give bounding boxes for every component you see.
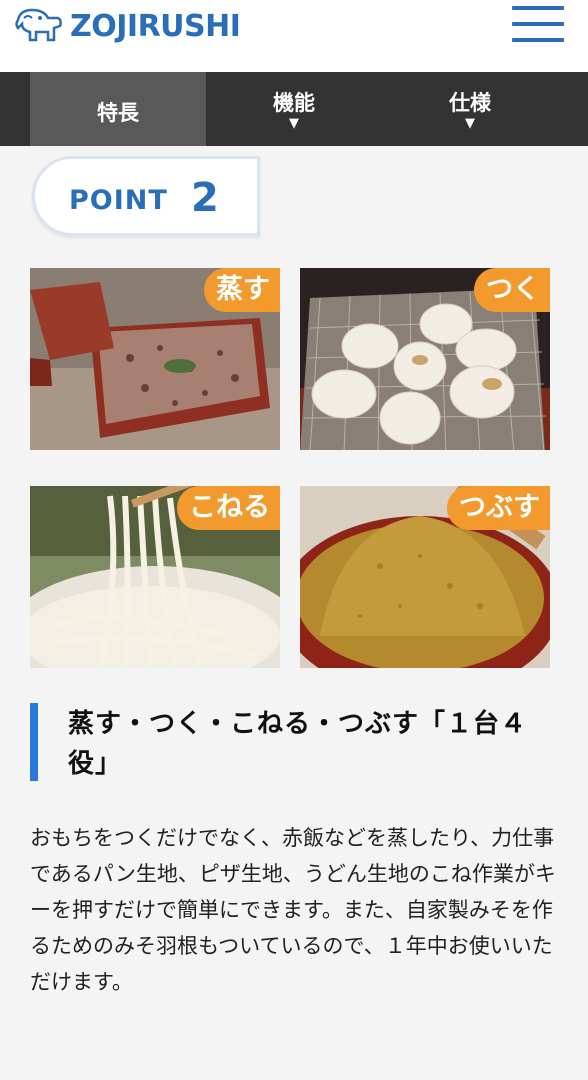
photo-tag: つく — [474, 268, 550, 312]
tab-label: 特長 — [97, 101, 139, 125]
tab-label: 仕様 — [449, 91, 491, 115]
photo-tag: こねる — [177, 486, 280, 530]
photo-knead: こねる — [30, 486, 280, 668]
tab-label: 機能 — [273, 91, 315, 115]
tab-specs[interactable]: 仕様 ▼ — [382, 72, 558, 146]
caret-down-icon: ▼ — [289, 116, 299, 131]
site-header: ZOJIRUSHI — [0, 0, 588, 72]
point-label: POINT — [69, 185, 168, 216]
hamburger-menu-icon — [512, 6, 564, 10]
photo-pound: つく — [300, 268, 550, 450]
point-number: 2 — [191, 175, 219, 221]
tab-features[interactable]: 特長 — [30, 72, 206, 146]
photo-steam: 蒸す — [30, 268, 280, 450]
photo-tag: 蒸す — [204, 268, 280, 312]
point-badge: POINT 2 — [32, 156, 260, 236]
heading-accent-bar — [30, 703, 38, 781]
elephant-logo-icon — [15, 8, 62, 42]
section-tabs: 特長 機能 ▼ 仕様 ▼ — [0, 72, 588, 146]
hamburger-menu-button[interactable] — [508, 4, 566, 48]
caret-down-icon: ▼ — [465, 116, 475, 131]
section-heading: 蒸す・つく・こねる・つぶす「１台４役」 — [68, 709, 528, 779]
tab-functions[interactable]: 機能 ▼ — [206, 72, 382, 146]
photo-mash: つぶす — [300, 486, 550, 668]
description-text: おもちをつくだけでなく、赤飯などを蒸したり、力仕事であるパン生地、ピザ生地、うど… — [30, 826, 556, 994]
brand-logo[interactable]: ZOJIRUSHI — [14, 4, 241, 48]
photo-tag: つぶす — [447, 486, 550, 530]
brand-name: ZOJIRUSHI — [70, 8, 241, 44]
